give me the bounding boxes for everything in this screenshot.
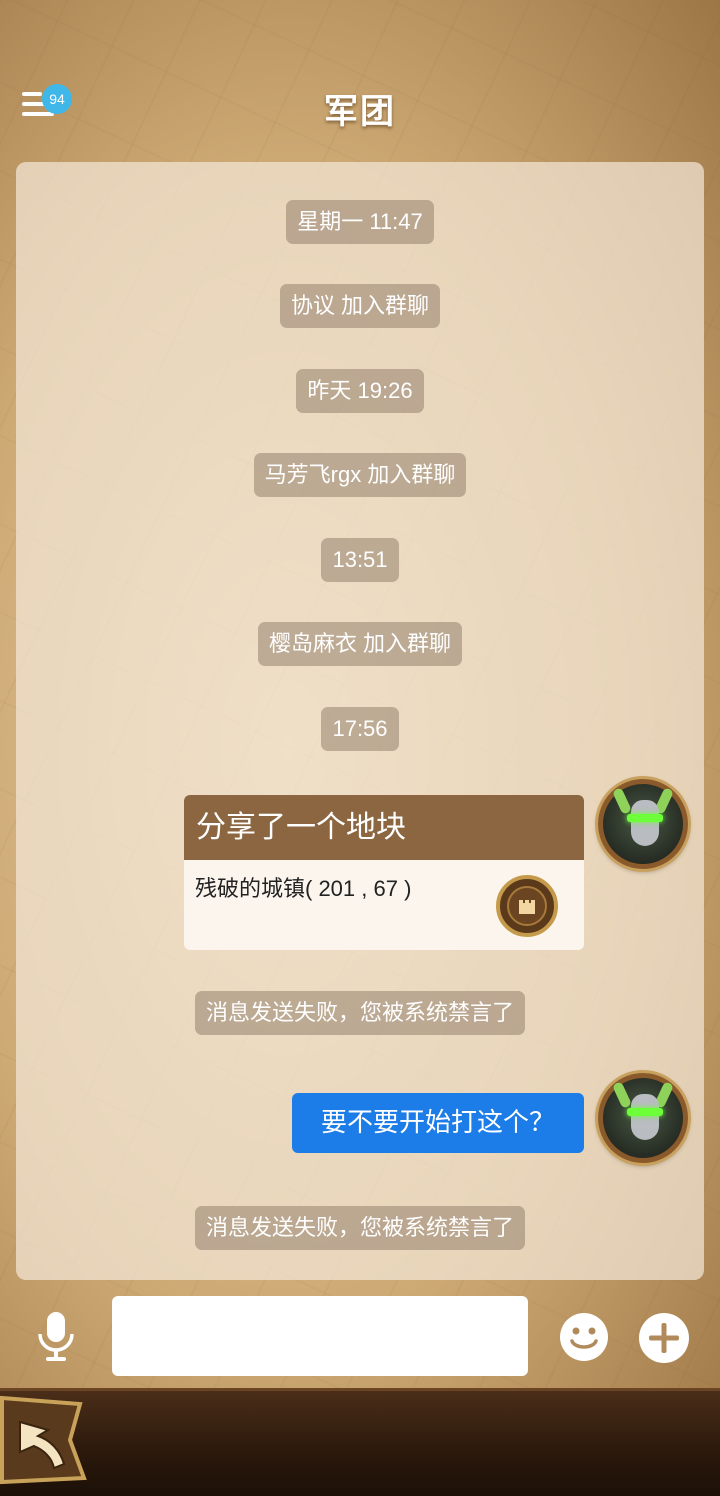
header: 94 军团 (0, 0, 720, 160)
smiley-icon (560, 1313, 608, 1361)
system-message-text: 马芳飞rgx 加入群聊 (253, 453, 467, 497)
outgoing-message-bubble[interactable]: 要不要开始打这个？ (292, 1093, 584, 1153)
back-arrow-icon (0, 1395, 87, 1485)
bottom-bar (0, 1388, 720, 1496)
system-message: 协议 加入群聊 (16, 284, 704, 328)
system-message: 星期一 11:47 (16, 200, 704, 244)
system-message-text: 樱岛麻衣 加入群聊 (257, 622, 463, 666)
emoji-button[interactable] (559, 1312, 609, 1362)
system-message: 消息发送失败，您被系统禁言了 (16, 1206, 704, 1250)
castle-icon (496, 875, 558, 937)
share-card-title: 分享了一个地块 (184, 795, 584, 860)
system-message-text: 消息发送失败，您被系统禁言了 (194, 991, 525, 1035)
add-button[interactable] (638, 1312, 690, 1364)
share-card-location: 残破的城镇( 201 , 67 ) (195, 876, 412, 901)
system-message-text: 消息发送失败，您被系统禁言了 (194, 1206, 525, 1250)
plus-icon (639, 1313, 689, 1363)
system-message-text: 17:56 (321, 707, 399, 751)
voice-button[interactable] (34, 1310, 78, 1362)
microphone-icon (38, 1312, 74, 1361)
back-button[interactable] (0, 1394, 88, 1486)
shared-tile-card[interactable]: 分享了一个地块 残破的城镇( 201 , 67 ) (184, 795, 584, 950)
system-message: 马芳飞rgx 加入群聊 (16, 453, 704, 497)
system-message-text: 13:51 (321, 538, 399, 582)
system-message-text: 昨天 19:26 (296, 369, 424, 413)
composer-bar (0, 1290, 720, 1380)
system-message: 消息发送失败，您被系统禁言了 (16, 991, 704, 1035)
system-message: 昨天 19:26 (16, 369, 704, 413)
system-message: 13:51 (16, 538, 704, 582)
system-message: 17:56 (16, 707, 704, 751)
message-input[interactable] (112, 1296, 528, 1376)
system-message: 樱岛麻衣 加入群聊 (16, 622, 704, 666)
page-title: 军团 (324, 92, 396, 132)
avatar[interactable] (598, 1073, 688, 1163)
system-message-text: 星期一 11:47 (286, 200, 434, 244)
avatar[interactable] (598, 779, 688, 869)
system-message-text: 协议 加入群聊 (279, 284, 441, 328)
